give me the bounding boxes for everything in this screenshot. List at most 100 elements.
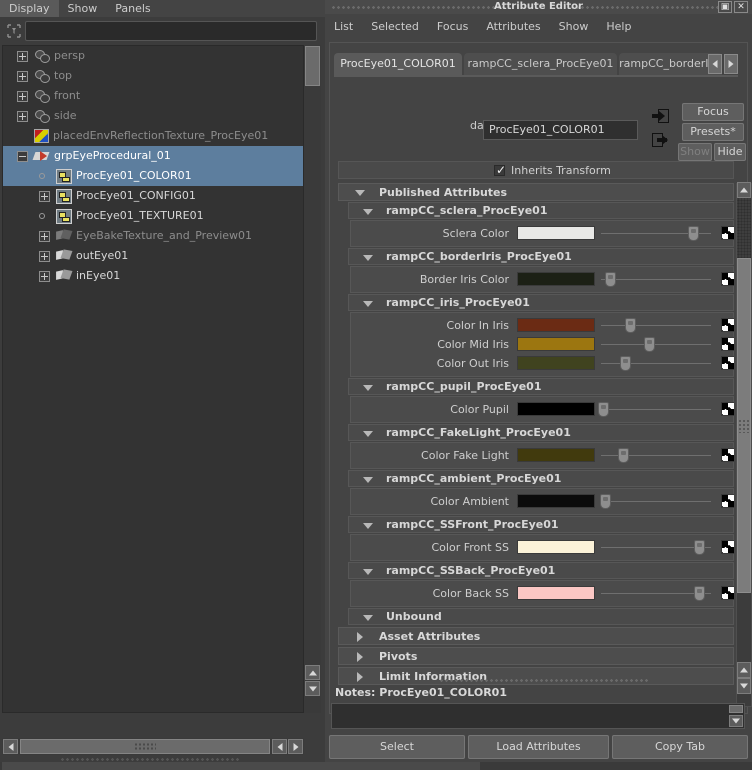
focus-button[interactable]: Focus <box>682 103 744 121</box>
notes-scroll-thumb[interactable] <box>729 705 743 713</box>
frame-rampcc-borderiris-proceye01[interactable]: rampCC_borderIris_ProcEye01 <box>348 248 734 265</box>
frame-rampcc-fakelight-proceye01[interactable]: rampCC_FakeLight_ProcEye01 <box>348 424 734 441</box>
attributes-scroll-area[interactable]: Published Attributes rampCC_sclera_ProcEy… <box>338 183 734 707</box>
outliner-item-front[interactable]: front <box>3 86 303 106</box>
color-swatch[interactable] <box>517 402 595 416</box>
frame-rampcc-ssfront-proceye01[interactable]: rampCC_SSFront_ProcEye01 <box>348 516 734 533</box>
map-button[interactable] <box>721 494 734 508</box>
restore-icon[interactable]: ▣ <box>718 1 732 13</box>
menu-help[interactable]: Help <box>597 17 640 37</box>
color-value-slider[interactable] <box>601 586 711 601</box>
map-button[interactable] <box>721 272 734 286</box>
menu-panels[interactable]: Panels <box>106 0 159 17</box>
outliner-scroll-left-button-2[interactable] <box>272 739 287 754</box>
expand-toggle[interactable] <box>17 70 28 82</box>
map-button[interactable] <box>721 356 734 370</box>
map-button[interactable] <box>721 448 734 462</box>
color-value-slider[interactable] <box>601 318 711 333</box>
color-swatch[interactable] <box>517 318 595 332</box>
color-swatch[interactable] <box>517 586 595 600</box>
menu-display[interactable]: Display <box>0 0 59 17</box>
expand-toggle[interactable] <box>17 50 28 62</box>
outliner-scroll-down-button[interactable] <box>305 681 320 696</box>
output-connection-icon[interactable] <box>652 133 669 147</box>
hide-button[interactable]: Hide <box>714 143 746 161</box>
slider-thumb[interactable] <box>694 540 705 555</box>
menu-attributes[interactable]: Attributes <box>477 17 549 37</box>
attributes-scroll-up-button-2[interactable] <box>737 662 751 678</box>
attributes-scroll-thumb[interactable] <box>737 258 751 593</box>
color-swatch[interactable] <box>517 272 595 286</box>
outliner-item-persp[interactable]: persp <box>3 46 303 66</box>
outliner-item-top[interactable]: top <box>3 66 303 86</box>
outliner-item-proceye01-color01[interactable]: ProcEye01_COLOR01 <box>3 166 303 186</box>
presets-button[interactable]: Presets* <box>682 123 744 141</box>
slider-thumb[interactable] <box>625 318 636 333</box>
close-icon[interactable]: ✕ <box>734 1 748 13</box>
outliner-vscroll-thumb[interactable] <box>305 46 320 86</box>
map-button[interactable] <box>721 540 734 554</box>
tab-rampcc-sclera[interactable]: rampCC_sclera_ProcEye01 <box>464 53 617 75</box>
outliner-item-proceye01-texture01[interactable]: ProcEye01_TEXTURE01 <box>3 206 303 226</box>
color-value-slider[interactable] <box>601 540 711 555</box>
next-tab-arrow[interactable] <box>724 54 738 74</box>
outliner-item-proceye01-config01[interactable]: ProcEye01_CONFIG01 <box>3 186 303 206</box>
color-swatch[interactable] <box>517 448 595 462</box>
inherits-transform-checkbox[interactable]: ✓ <box>494 164 506 176</box>
frame-rampcc-sclera-proceye01[interactable]: rampCC_sclera_ProcEye01 <box>348 202 734 219</box>
notes-scroll-down-button[interactable] <box>729 715 743 727</box>
slider-thumb[interactable] <box>688 226 699 241</box>
inherits-transform-row[interactable]: ✓ Inherits Transform <box>338 161 734 179</box>
menu-list[interactable]: List <box>325 17 362 37</box>
map-button[interactable] <box>721 318 734 332</box>
attributes-vertical-scrollbar[interactable] <box>736 182 752 707</box>
slider-thumb[interactable] <box>620 356 631 371</box>
color-value-slider[interactable] <box>600 494 711 509</box>
frame-unbound[interactable]: Unbound <box>348 608 734 625</box>
outliner-tree[interactable]: persp top front side placedEnvReflectionText… <box>2 45 304 713</box>
outliner-scroll-right-button[interactable] <box>288 739 303 754</box>
filter-icon[interactable] <box>5 22 23 40</box>
color-value-slider[interactable] <box>601 337 711 352</box>
color-swatch[interactable] <box>517 337 595 351</box>
outliner-item-placedenvreflectiontexture-proceye01[interactable]: placedEnvReflectionTexture_ProcEye01 <box>3 126 303 146</box>
color-value-slider[interactable] <box>601 226 711 241</box>
slider-thumb[interactable] <box>694 586 705 601</box>
expand-toggle[interactable] <box>39 190 50 202</box>
outliner-item-ineye01[interactable]: inEye01 <box>3 266 303 286</box>
frame-published-attributes[interactable]: Published Attributes <box>338 183 734 201</box>
outliner-vertical-scrollbar[interactable] <box>304 45 321 713</box>
menu-focus[interactable]: Focus <box>428 17 477 37</box>
expand-toggle[interactable] <box>39 250 50 262</box>
tab-rampcc-borderiris[interactable]: rampCC_borderIris <box>619 53 722 75</box>
select-button[interactable]: Select <box>329 735 465 759</box>
slider-thumb[interactable] <box>598 402 609 417</box>
show-button[interactable]: Show <box>678 143 712 161</box>
outliner-horizontal-scrollbar[interactable] <box>2 738 304 755</box>
frame-rampcc-pupil-proceye01[interactable]: rampCC_pupil_ProcEye01 <box>348 378 734 395</box>
outliner-item-side[interactable]: side <box>3 106 303 126</box>
menu-show[interactable]: Show <box>550 17 598 37</box>
copy-tab-button[interactable]: Copy Tab <box>612 735 748 759</box>
frame-asset-attributes[interactable]: Asset Attributes <box>338 627 734 645</box>
outliner-scroll-left-button[interactable] <box>3 739 18 754</box>
input-connection-icon[interactable] <box>652 109 669 123</box>
slider-thumb[interactable] <box>644 337 655 352</box>
notes-scrollbar[interactable] <box>729 705 743 728</box>
frame-pivots[interactable]: Pivots <box>338 647 734 665</box>
outliner-scroll-up-button[interactable] <box>305 665 320 680</box>
map-button[interactable] <box>721 226 734 240</box>
slider-thumb[interactable] <box>618 448 629 463</box>
frame-rampcc-iris-proceye01[interactable]: rampCC_iris_ProcEye01 <box>348 294 734 311</box>
collapse-toggle[interactable] <box>17 150 28 162</box>
dag-container-field[interactable]: ProcEye01_COLOR01 <box>483 120 638 140</box>
expand-toggle[interactable] <box>39 270 50 282</box>
attributes-scroll-up-button[interactable] <box>737 182 751 198</box>
slider-thumb[interactable] <box>600 494 611 509</box>
map-button[interactable] <box>721 337 734 351</box>
frame-rampcc-ssback-proceye01[interactable]: rampCC_SSBack_ProcEye01 <box>348 562 734 579</box>
expand-toggle[interactable] <box>39 230 50 242</box>
expand-toggle[interactable] <box>17 90 28 102</box>
outliner-item-outeye01[interactable]: outEye01 <box>3 246 303 266</box>
color-swatch[interactable] <box>517 540 595 554</box>
